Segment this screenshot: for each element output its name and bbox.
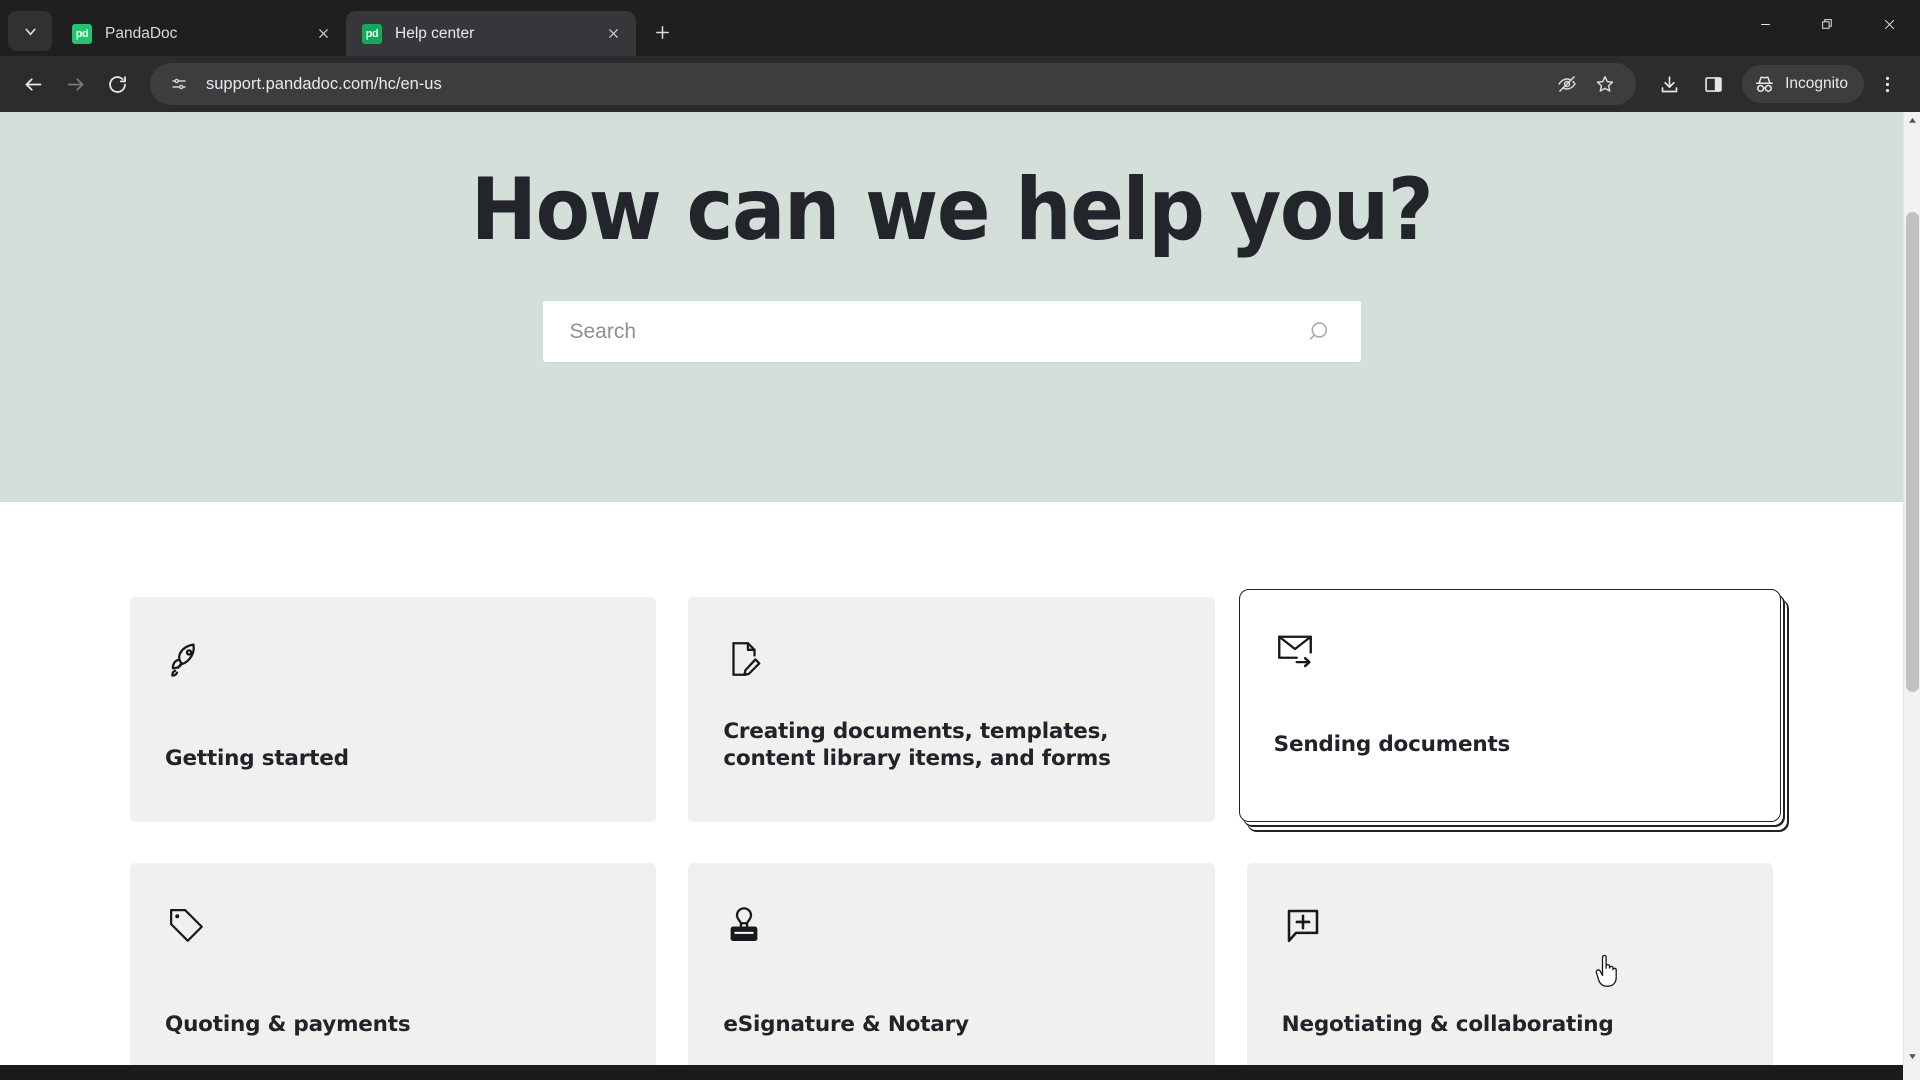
browser-window: pd PandaDoc pd Help center support.panda… — [0, 0, 1920, 1080]
site-info-button[interactable] — [166, 71, 192, 97]
page-viewport: How can we help you? Search Getting star… — [0, 112, 1920, 1080]
comment-plus-icon — [1282, 904, 1324, 946]
browser-toolbar: support.pandadoc.com/hc/en-us Incognito — [0, 56, 1920, 112]
envelope-arrow-icon — [1274, 628, 1316, 670]
hero-section: How can we help you? — [0, 112, 1903, 502]
eye-off-icon — [1558, 76, 1576, 92]
triangle-up-icon — [1909, 117, 1916, 123]
bookmark-button[interactable] — [1588, 67, 1622, 101]
category-title: Sending documents — [1273, 732, 1511, 758]
category-title: Creating documents, templates, content l… — [723, 718, 1111, 772]
category-card-negotiating-collaborating[interactable]: Negotiating & collaborating — [1246, 863, 1773, 1065]
vertical-scrollbar[interactable] — [1903, 112, 1920, 1065]
tab-search-button[interactable] — [8, 11, 52, 51]
search-icon — [1309, 322, 1327, 340]
tracking-protection-button[interactable] — [1550, 67, 1584, 101]
tune-icon — [172, 78, 186, 90]
tab-help-center[interactable]: pd Help center — [346, 11, 636, 56]
arrow-left-icon — [25, 77, 41, 91]
scrollbar-corner — [1903, 1065, 1920, 1080]
url-text: support.pandadoc.com/hc/en-us — [206, 74, 442, 93]
tab-title: Help center — [395, 24, 475, 42]
triangle-down-icon — [1909, 1054, 1916, 1060]
restore-icon — [1821, 18, 1832, 29]
downloads-button[interactable] — [1648, 63, 1690, 105]
tab-strip: pd PandaDoc pd Help center — [0, 0, 1920, 56]
back-button[interactable] — [12, 63, 54, 105]
address-bar[interactable]: support.pandadoc.com/hc/en-us — [150, 63, 1637, 105]
tab-pandadoc[interactable]: pd PandaDoc — [56, 11, 346, 56]
new-tab-button[interactable] — [644, 14, 680, 50]
close-window-button[interactable] — [1858, 0, 1920, 48]
scroll-up-button[interactable] — [1904, 112, 1920, 129]
side-panel-button[interactable] — [1692, 63, 1734, 105]
search-input[interactable] — [569, 319, 1301, 344]
side-panel-icon — [1704, 76, 1722, 92]
search-submit-button[interactable] — [1301, 315, 1335, 349]
page-title: How can we help you? — [470, 160, 1434, 260]
minimize-button[interactable] — [1734, 0, 1796, 48]
tab-close-button[interactable] — [600, 21, 626, 47]
rocket-icon — [165, 638, 207, 680]
close-icon — [1884, 19, 1894, 29]
category-card-getting-started[interactable]: Getting started — [130, 597, 657, 822]
category-title: Negotiating & collaborating — [1281, 1012, 1614, 1038]
star-icon — [1596, 75, 1614, 92]
scroll-down-button[interactable] — [1904, 1048, 1920, 1065]
arrow-right-icon — [67, 77, 83, 91]
category-title: eSignature & Notary — [723, 1012, 969, 1038]
category-card-esignature-notary[interactable]: eSignature & Notary — [688, 863, 1215, 1065]
maximize-restore-button[interactable] — [1796, 0, 1858, 48]
close-icon — [318, 29, 328, 38]
incognito-indicator[interactable]: Incognito — [1742, 65, 1864, 103]
incognito-label: Incognito — [1785, 75, 1848, 92]
search-bar[interactable] — [542, 301, 1361, 363]
chevron-down-icon — [24, 28, 36, 35]
category-grid: Getting started Creating documents, temp… — [0, 502, 1903, 1065]
category-title: Quoting & payments — [165, 1012, 411, 1038]
download-icon — [1661, 75, 1677, 92]
help-center-page: How can we help you? Search Getting star… — [0, 112, 1903, 1065]
category-card-quoting-payments[interactable]: Quoting & payments — [130, 863, 657, 1065]
window-controls — [1734, 0, 1920, 48]
horizontal-scrollbar[interactable] — [0, 1065, 1903, 1080]
more-vertical-icon — [1885, 76, 1889, 92]
category-title: Getting started — [165, 746, 349, 772]
chrome-menu-button[interactable] — [1866, 63, 1908, 105]
forward-button[interactable] — [54, 63, 96, 105]
category-card-creating-documents[interactable]: Creating documents, templates, content l… — [688, 597, 1215, 822]
tab-title: PandaDoc — [105, 24, 178, 42]
reload-icon — [108, 75, 126, 93]
price-tag-icon — [165, 904, 207, 946]
stamp-icon — [723, 904, 765, 946]
reload-button[interactable] — [96, 63, 138, 105]
pandadoc-favicon-icon: pd — [72, 23, 92, 44]
scrollbar-thumb[interactable] — [1906, 212, 1919, 692]
document-edit-icon — [723, 638, 765, 680]
category-card-sending-documents[interactable]: Sending documents — [1238, 589, 1781, 822]
tab-close-button[interactable] — [310, 21, 336, 47]
omnibox-actions — [1550, 67, 1622, 101]
pandadoc-favicon-icon: pd — [362, 23, 382, 44]
incognito-icon — [1756, 76, 1774, 92]
minimize-icon — [1760, 23, 1770, 25]
close-icon — [608, 29, 618, 38]
plus-icon — [655, 25, 669, 39]
